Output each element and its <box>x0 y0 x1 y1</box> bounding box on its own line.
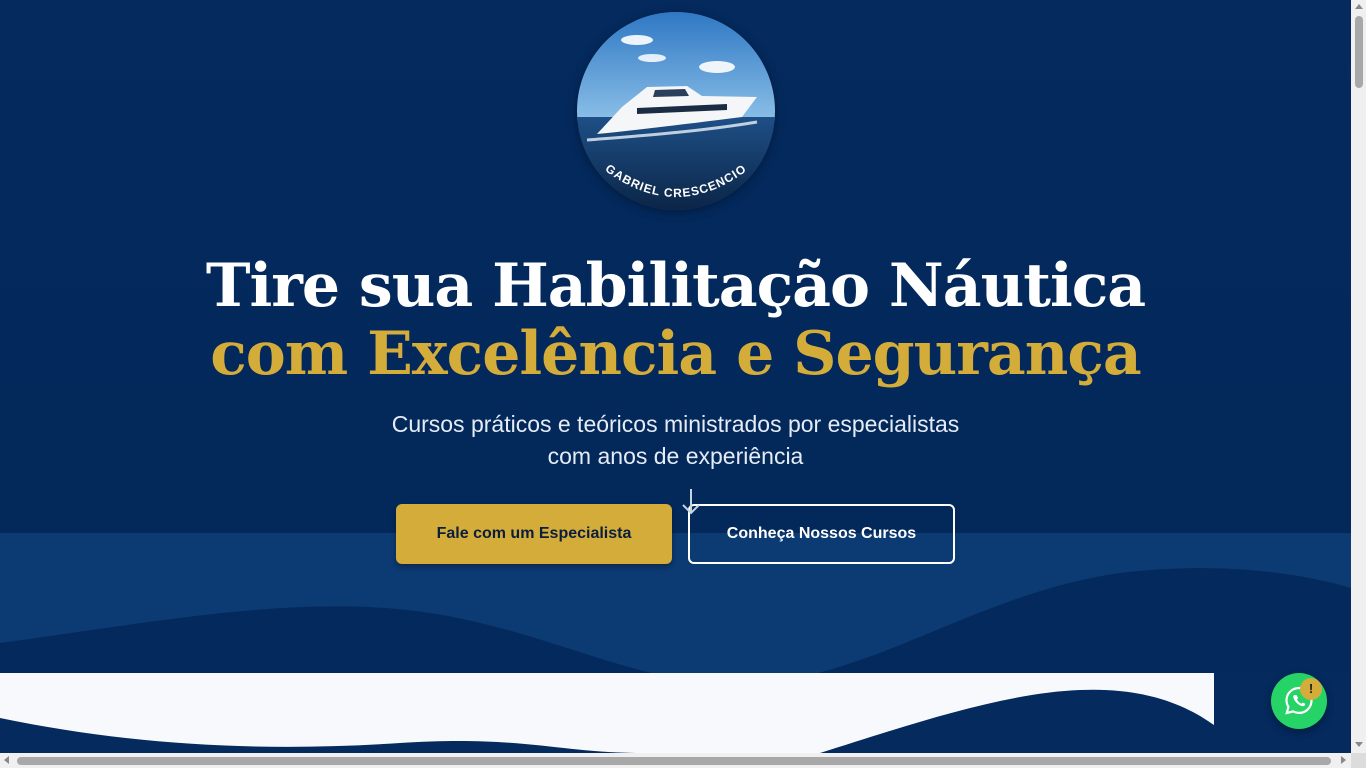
vertical-scroll-thumb[interactable] <box>1355 16 1363 88</box>
scroll-down-button-icon[interactable] <box>1355 742 1363 747</box>
scroll-up-arrow-icon[interactable] <box>1355 4 1363 9</box>
hero-title-line2: com Excelência e Segurança <box>210 319 1141 389</box>
hero-title-line1: Tire sua Habilitação Náutica <box>205 251 1146 321</box>
svg-text:GABRIEL CRESCENCIO: GABRIEL CRESCENCIO <box>603 161 749 200</box>
next-section-wave <box>0 673 1351 753</box>
whatsapp-notification-badge: ! <box>1300 678 1322 700</box>
hero-title: Tire sua Habilitação Náutica com Excelên… <box>0 252 1351 388</box>
scroll-left-arrow-icon[interactable] <box>4 756 9 764</box>
hero-subtitle-line1: Cursos práticos e teóricos ministrados p… <box>391 411 960 437</box>
horizontal-scrollbar[interactable] <box>0 753 1351 768</box>
scroll-right-arrow-icon[interactable] <box>1341 756 1346 764</box>
horizontal-scroll-thumb[interactable] <box>17 757 1331 765</box>
contact-specialist-button[interactable]: Fale com um Especialista <box>396 504 672 564</box>
scrollbar-corner <box>1351 753 1366 768</box>
view-courses-button[interactable]: Conheça Nossos Cursos <box>688 504 955 564</box>
page-viewport: GABRIEL CRESCENCIO Tire sua Habilitação … <box>0 0 1351 753</box>
logo-curved-text: GABRIEL CRESCENCIO <box>603 161 749 200</box>
hero-section: GABRIEL CRESCENCIO Tire sua Habilitação … <box>0 0 1351 753</box>
scroll-down-arrow-icon[interactable] <box>680 487 702 517</box>
hero-subtitle-line2: com anos de experiência <box>547 443 804 469</box>
hero-subtitle: Cursos práticos e teóricos ministrados p… <box>0 408 1351 472</box>
vertical-scrollbar[interactable] <box>1351 0 1366 753</box>
brand-logo[interactable]: GABRIEL CRESCENCIO <box>577 12 775 210</box>
